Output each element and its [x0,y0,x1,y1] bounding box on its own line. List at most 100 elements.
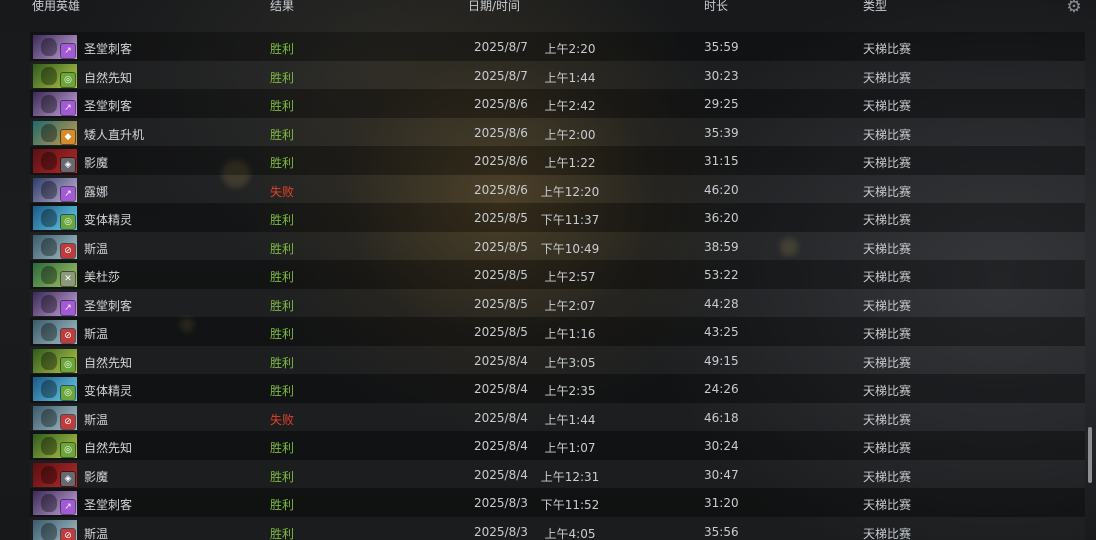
hero-attribute-icon: ↗ [61,300,75,315]
match-mode: 天梯比赛 [863,70,912,85]
column-header-duration[interactable]: 时长 [704,0,728,12]
hero-attribute-icon: ⊘ [61,528,75,540]
match-row[interactable]: ⊘ 斯温 胜利 2025/8/5 下午10:49 38:59 天梯比赛 [30,232,1085,261]
match-mode: 天梯比赛 [863,42,912,56]
match-row[interactable]: ◎ 自然先知 胜利 2025/8/7 上午1:44 30:23 天梯比赛 [30,61,1085,90]
hero-name: 圣堂刺客 [84,42,133,56]
match-date: 2025/8/4 [474,410,528,425]
hero-portrait-face [41,38,57,56]
match-row[interactable]: ◈ 影魔 胜利 2025/8/6 上午1:22 31:15 天梯比赛 [30,146,1085,175]
hero-portrait-face [41,323,57,341]
match-duration: 46:20 [704,182,739,197]
hero-name: 自然先知 [84,70,133,85]
match-duration: 49:15 [704,353,739,368]
hero-portrait-face [41,209,57,227]
hero-portrait: ◎ [33,63,77,88]
match-time: 上午12:20 [540,184,600,199]
match-time: 上午1:44 [544,70,596,85]
match-row[interactable]: ↗ 圣堂刺客 胜利 2025/8/6 上午2:42 29:25 天梯比赛 [30,89,1085,118]
match-date: 2025/8/5 [474,268,528,282]
hero-portrait-face [41,494,57,512]
match-row[interactable]: ◎ 自然先知 胜利 2025/8/4 上午1:07 30:24 天梯比赛 [30,431,1085,460]
match-time: 下午11:52 [540,498,600,512]
hero-portrait: ↗ [33,35,77,59]
hero-attribute-icon: ⊘ [61,414,75,429]
hero-name: 圣堂刺客 [84,498,133,512]
match-result: 胜利 [270,469,295,484]
match-date: 2025/8/4 [474,382,528,396]
match-duration: 35:39 [704,125,739,140]
gear-icon[interactable]: ⚙ [1066,0,1082,16]
hero-name: 露娜 [84,184,109,199]
match-row[interactable]: ⊘ 斯温 胜利 2025/8/5 上午1:16 43:25 天梯比赛 [30,317,1085,346]
match-mode: 天梯比赛 [863,298,912,313]
match-time: 上午3:05 [544,355,596,370]
match-row[interactable]: ↗ 圣堂刺客 胜利 2025/8/7 上午2:20 35:59 天梯比赛 [30,32,1085,61]
match-duration: 30:24 [704,439,739,453]
column-header-result[interactable]: 结果 [270,0,294,12]
match-row[interactable]: ◈ 影魔 胜利 2025/8/4 上午12:31 30:47 天梯比赛 [30,460,1085,489]
hero-attribute-icon: ◈ [61,471,75,486]
match-row[interactable]: ↗ 圣堂刺客 胜利 2025/8/3 下午11:52 31:20 天梯比赛 [30,488,1085,517]
hero-attribute-icon: ◎ [61,72,75,87]
column-header-hero[interactable]: 使用英雄 [32,0,80,12]
hero-portrait-face [41,66,57,85]
match-row[interactable]: ◎ 变体精灵 胜利 2025/8/4 上午2:35 24:26 天梯比赛 [30,374,1085,403]
match-row[interactable]: ↗ 圣堂刺客 胜利 2025/8/5 上午2:07 44:28 天梯比赛 [30,289,1085,318]
hero-portrait-face [41,294,57,313]
match-time: 上午2:07 [544,298,596,313]
hero-name: 矮人直升机 [84,127,145,142]
match-date: 2025/8/3 [474,524,528,539]
match-mode: 天梯比赛 [863,412,912,427]
hero-portrait-face [41,237,57,256]
match-result: 胜利 [270,99,295,113]
hero-portrait: ◎ [33,206,77,230]
match-result: 胜利 [270,241,295,256]
table-header: 使用英雄 结果 日期/时间 时长 类型 [0,0,1096,16]
hero-portrait: ◎ [33,348,77,373]
column-header-datetime[interactable]: 日期/时间 [468,0,520,12]
hero-portrait-face [41,152,57,170]
match-time: 上午2:35 [544,384,596,398]
match-date: 2025/8/6 [474,154,528,168]
hero-portrait: ⊘ [33,320,77,344]
hero-attribute-icon: ◎ [61,386,75,400]
match-result: 胜利 [270,298,295,313]
column-header-mode[interactable]: 类型 [863,0,887,12]
match-result: 失败 [270,412,295,427]
match-date: 2025/8/5 [474,211,528,225]
match-row[interactable]: ◎ 自然先知 胜利 2025/8/4 上午3:05 49:15 天梯比赛 [30,346,1085,375]
match-mode: 天梯比赛 [863,127,912,142]
match-duration: 29:25 [704,97,739,111]
hero-attribute-icon: ↗ [61,44,75,58]
hero-name: 斯温 [84,526,109,540]
match-row[interactable]: ◎ 变体精灵 胜利 2025/8/5 下午11:37 36:20 天梯比赛 [30,203,1085,232]
hero-portrait: ◈ [33,149,77,173]
match-mode: 天梯比赛 [863,213,912,227]
hero-portrait: ↗ [33,491,77,515]
hero-attribute-icon: ◈ [61,158,75,172]
match-mode: 天梯比赛 [863,441,912,455]
match-duration: 24:26 [704,382,739,396]
match-row[interactable]: ✕ 美杜莎 胜利 2025/8/5 上午2:57 53:22 天梯比赛 [30,260,1085,289]
match-time: 上午1:16 [544,327,596,341]
match-mode: 天梯比赛 [863,270,912,284]
match-time: 上午2:00 [544,127,596,142]
match-time: 上午2:20 [544,42,596,56]
match-date: 2025/8/6 [474,125,528,140]
match-result: 胜利 [270,498,295,512]
scrollbar-thumb[interactable] [1088,427,1092,483]
match-date: 2025/8/7 [474,68,528,83]
match-time: 上午2:42 [544,99,596,113]
hero-name: 影魔 [84,156,109,170]
match-date: 2025/8/5 [474,239,528,254]
match-result: 胜利 [270,213,295,227]
match-row[interactable]: ⊘ 斯温 胜利 2025/8/3 上午4:05 35:56 天梯比赛 [30,517,1085,540]
hero-portrait-face [41,380,57,398]
match-time: 上午12:31 [540,469,600,484]
match-row[interactable]: ◆ 矮人直升机 胜利 2025/8/6 上午2:00 35:39 天梯比赛 [30,118,1085,147]
match-mode: 天梯比赛 [863,469,912,484]
match-row[interactable]: ↗ 露娜 失败 2025/8/6 上午12:20 46:20 天梯比赛 [30,175,1085,204]
match-mode: 天梯比赛 [863,355,912,370]
match-row[interactable]: ⊘ 斯温 失败 2025/8/4 上午1:44 46:18 天梯比赛 [30,403,1085,432]
